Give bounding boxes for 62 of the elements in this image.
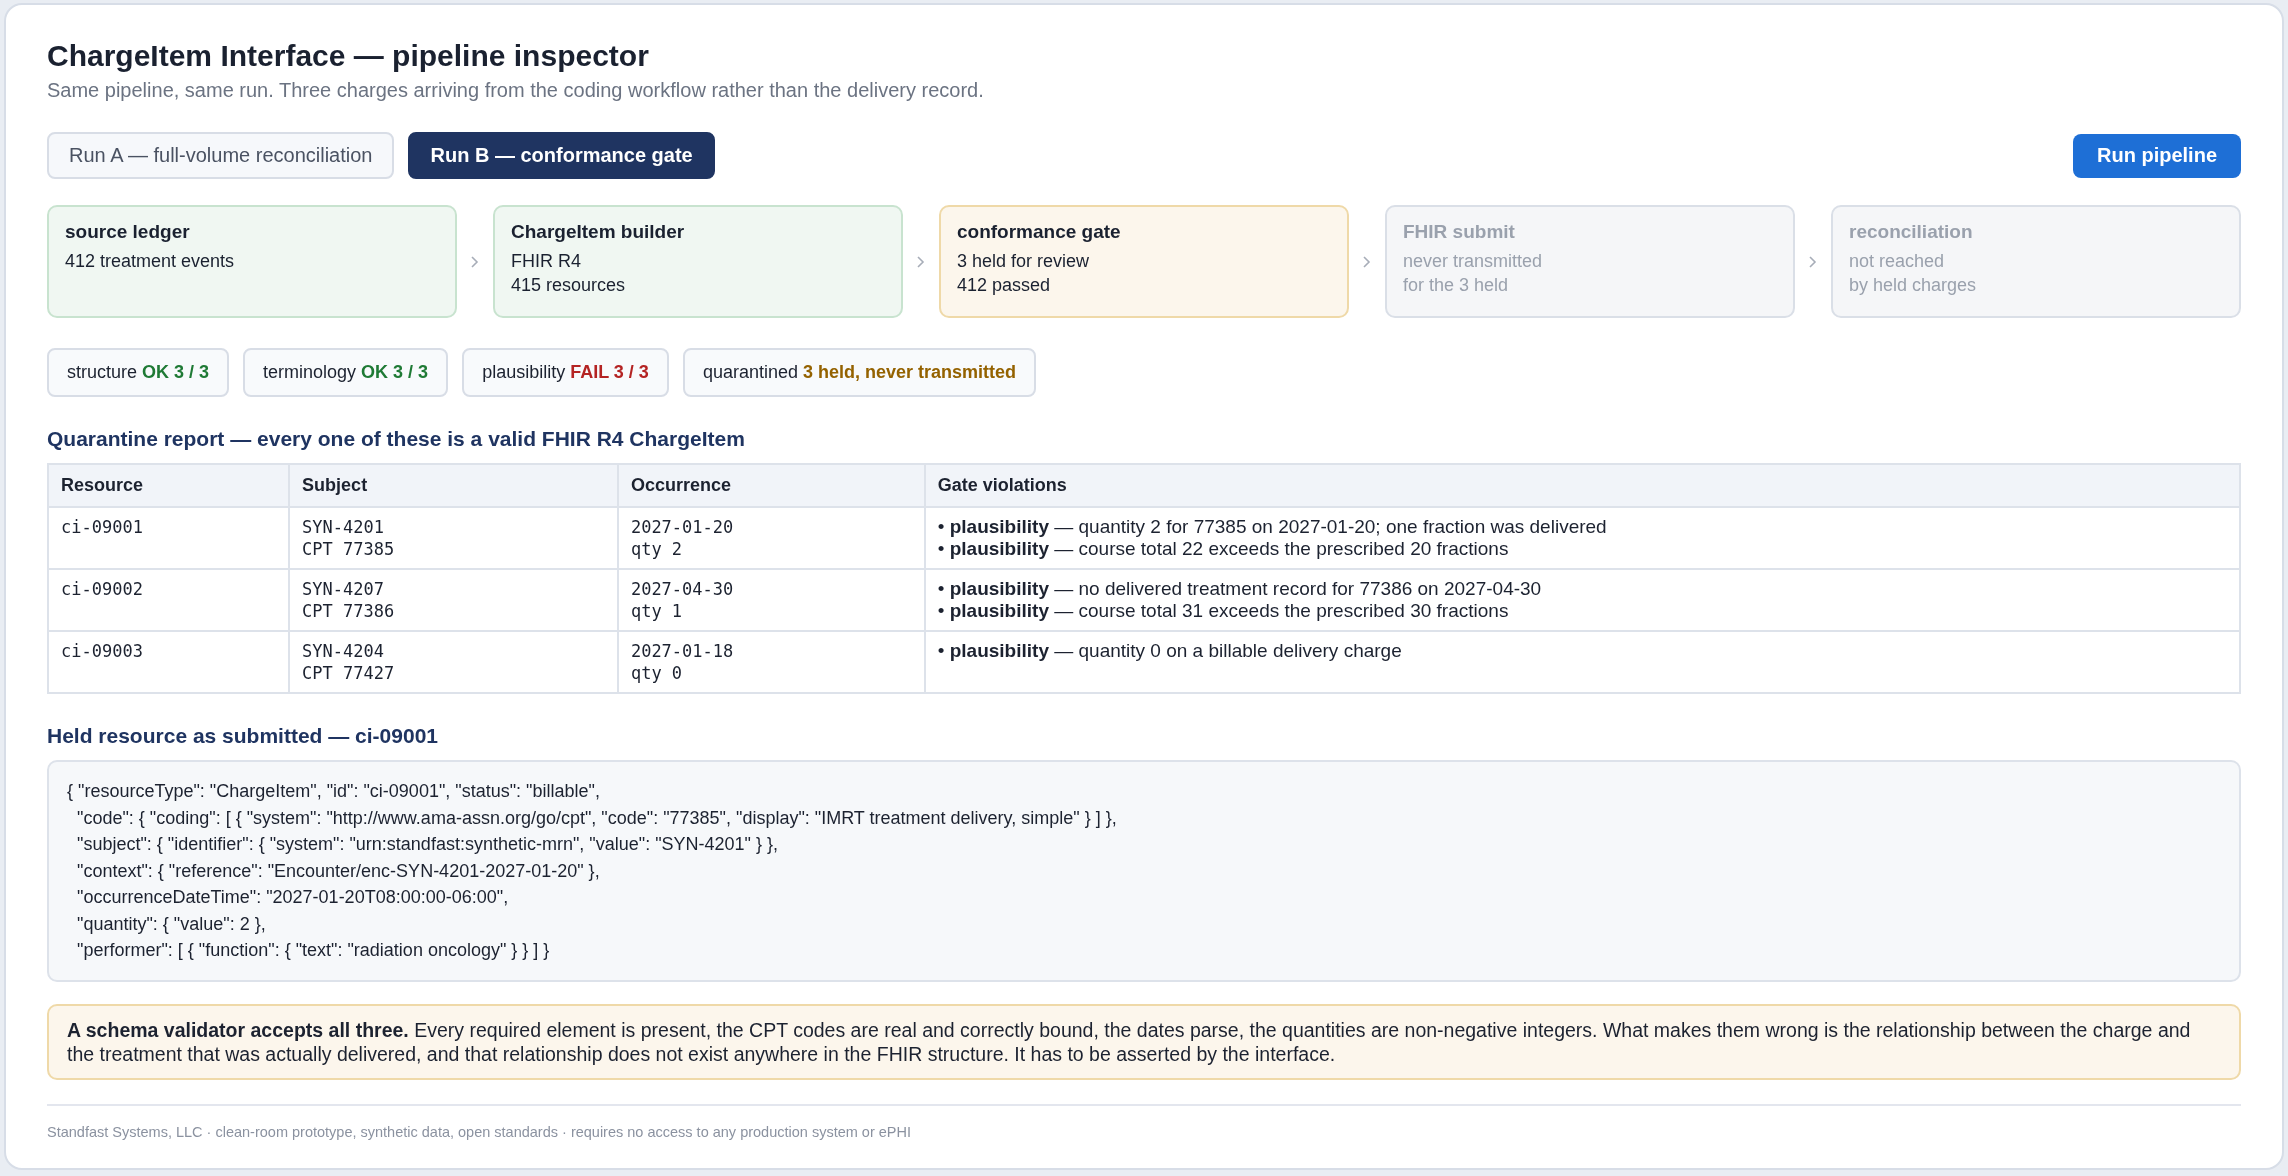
stage-detail: FHIR R4	[511, 250, 582, 273]
stage-detail: for the 3 held	[1403, 274, 1510, 297]
table-cell-text: SYN-4207	[302, 578, 385, 600]
footer-text: Standfast Systems, LLC · clean-room prototype, synthetic data, open standards · requires no access to any production system or ePHI	[47, 1123, 912, 1140]
column-header: Occurrence	[617, 464, 925, 507]
stage-detail: 412 passed	[957, 274, 1052, 297]
chevron-icon	[1808, 254, 1818, 269]
stage-title: FHIR submit	[1403, 221, 1516, 243]
chevron-icon	[1362, 254, 1372, 269]
column-header: Resource	[48, 464, 290, 507]
chevron-icon	[916, 254, 926, 269]
check-result: plausibility FAIL 3 / 3	[462, 348, 669, 397]
table-cell-text: 2027-01-18	[630, 640, 735, 662]
code-line: "subject": { "identifier": { "system": "urn:standfast:synthetic-mrn", "value": "SYN-4201" } },	[76, 833, 779, 856]
code-line: "quantity": { "value": 2 },	[76, 912, 267, 936]
violation-text: • plausibility — quantity 0 on a billable delivery charge	[937, 640, 1403, 662]
stage-detail: 412 treatment events	[65, 250, 236, 273]
table-cell-text: SYN-4204	[302, 640, 385, 662]
table-cell-text: ci-09003	[61, 640, 144, 662]
page-subtitle: Same pipeline, same run. Three charges arriving from the coding workflow rather than the delivery record.	[47, 79, 985, 102]
page-title: ChargeItem Interface — pipeline inspector	[47, 39, 650, 73]
table-cell-text: qty 2	[630, 538, 684, 560]
stage-title: ChargeItem builder	[511, 221, 686, 243]
chevron-icon	[470, 254, 480, 269]
check-result: structure OK 3 / 3	[47, 348, 230, 397]
table-cell-text: ci-09001	[61, 516, 144, 538]
table-cell-text: ci-09002	[61, 578, 144, 600]
section-heading: Quarantine report — every one of these is a valid FHIR R4 ChargeItem	[47, 427, 746, 451]
table-cell-text: qty 0	[630, 662, 684, 684]
code-line: "occurrenceDateTime": "2027-01-20T08:00:00-06:00",	[76, 886, 510, 909]
code-line: "context": { "reference": "Encounter/enc-SYN-4201-2027-01-20" },	[76, 859, 601, 883]
run-pipeline-button[interactable]: Run pipeline	[2073, 133, 2241, 178]
code-line: { "resourceType": "ChargeItem", "id": "ci-09001", "status": "billable",	[67, 780, 601, 803]
violation-text: • plausibility — no delivered treatment record for 77386 on 2027-04-30	[937, 578, 1543, 600]
column-header: Gate violations	[924, 464, 2240, 507]
stage-title: source ledger	[65, 221, 191, 243]
check-result: terminology OK 3 / 3	[243, 348, 449, 397]
check-result: quarantined 3 held, never transmitted	[682, 348, 1037, 397]
table-cell-text: qty 1	[630, 600, 684, 622]
code-line: "performer": [ { "function": { "text": "radiation oncology" } } ] }	[76, 939, 551, 962]
stage-title: reconciliation	[1849, 221, 1974, 243]
stage-detail: 3 held for review	[957, 250, 1091, 273]
stage-detail: by held charges	[1849, 274, 1978, 297]
violation-text: • plausibility — course total 31 exceeds the prescribed 30 fractions	[937, 600, 1510, 622]
column-header: Subject	[289, 464, 618, 507]
run-tab[interactable]: Run A — full-volume reconciliation	[47, 132, 395, 179]
code-line: "code": { "coding": [ { "system": "http://www.ama-assn.org/go/cpt", "code": "77385", "display": "IMRT treatment delivery, simple" } ] },	[76, 806, 1118, 830]
note-callout: A schema validator accepts all three. Every required element is present, the CPT codes are real and correctly bound, the dates parse, the quantities are non-negative integers. What makes them wrong is the relationship between the charge and the treatment that was actually delivered, and that relationship does not exist anywhere in the FHIR structure. It has to be asserted by the interface.	[47, 1003, 2241, 1080]
stage-detail: not reached	[1849, 250, 1946, 273]
section-heading: Held resource as submitted — ci-09001	[47, 724, 439, 748]
violation-text: • plausibility — quantity 2 for 77385 on 2027-01-20; one fraction was delivered	[937, 516, 1608, 538]
stage-detail: 415 resources	[511, 274, 627, 297]
stage-title: conformance gate	[957, 221, 1122, 243]
table-cell-text: CPT 77386	[302, 600, 396, 622]
table-cell-text: 2027-01-20	[630, 516, 735, 538]
table-cell-text: CPT 77385	[302, 538, 396, 560]
table-cell-text: CPT 77427	[302, 662, 396, 684]
table-cell-text: 2027-04-30	[630, 578, 735, 600]
stage-detail: never transmitted	[1403, 250, 1544, 273]
violation-text: • plausibility — course total 22 exceeds the prescribed 20 fractions	[937, 538, 1510, 560]
run-tab[interactable]: Run B — conformance gate	[408, 132, 715, 179]
table-cell-text: SYN-4201	[302, 516, 385, 538]
